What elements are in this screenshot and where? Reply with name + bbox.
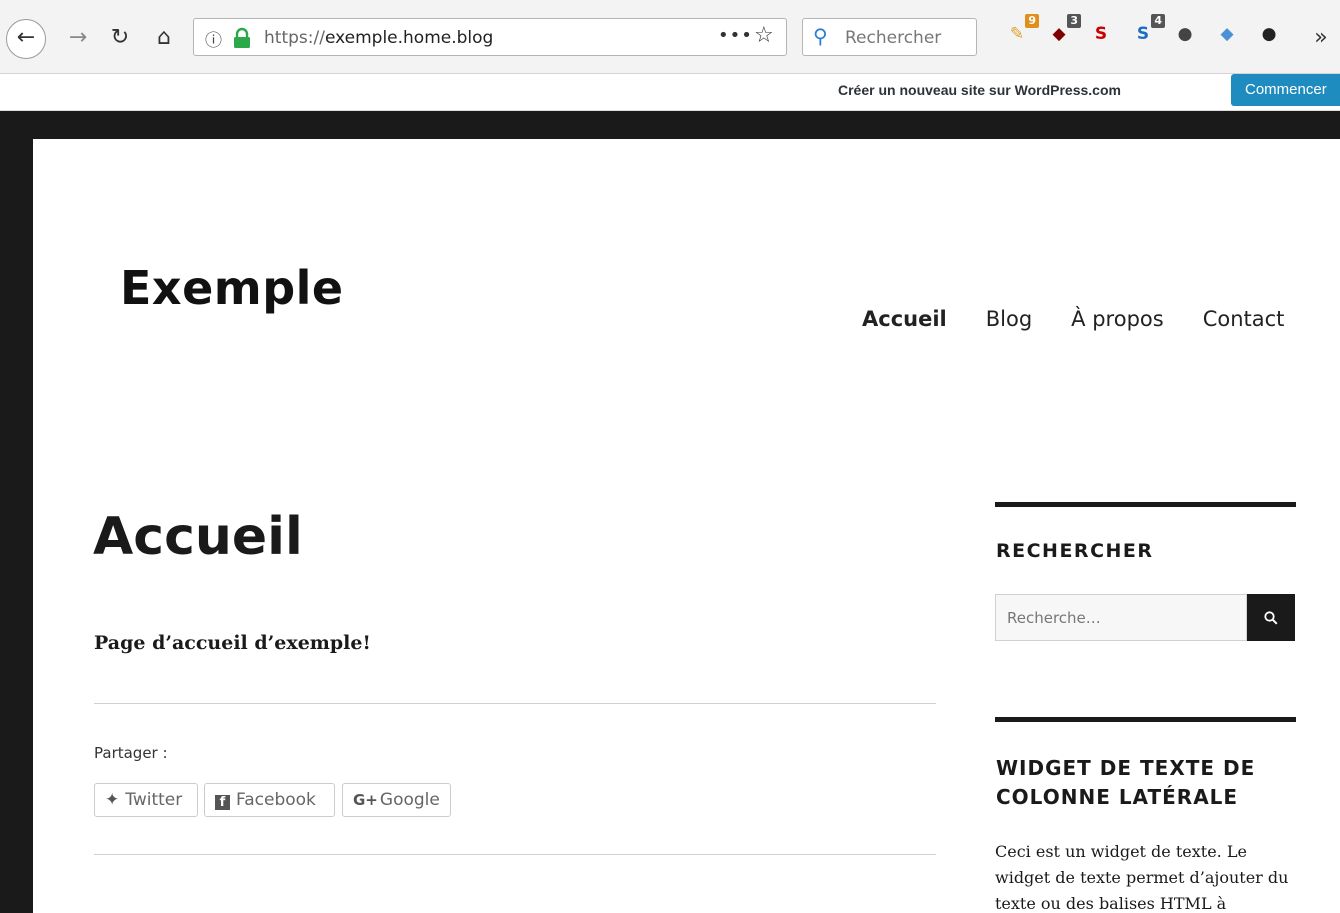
entry-title: Accueil xyxy=(93,507,303,567)
twitter-icon: ✦ xyxy=(105,790,120,810)
search-engine-icon[interactable]: ⚲ xyxy=(813,24,828,48)
search-submit-button[interactable] xyxy=(1247,594,1295,641)
page-content: Exemple Accueil Blog À propos Contact Accue… xyxy=(33,139,1340,913)
browser-toolbar: ← → ↻ ⌂ ⓘ https://exemple.home.blog ••• … xyxy=(0,0,1340,74)
start-button[interactable]: Commencer xyxy=(1231,74,1340,106)
create-site-link[interactable]: Créer un nouveau site sur WordPress.com xyxy=(838,82,1121,98)
search-input[interactable] xyxy=(995,594,1247,641)
share-google-button[interactable]: G+ Google xyxy=(342,783,451,817)
extension-badge: 4 xyxy=(1151,14,1165,28)
nav-item-a-propos[interactable]: À propos xyxy=(1071,307,1164,331)
extension-6-icon[interactable]: ◆ xyxy=(1215,22,1239,46)
extension-5-icon[interactable]: ● xyxy=(1173,22,1197,46)
main-nav: Accueil Blog À propos Contact xyxy=(862,307,1323,331)
s-blue-icon[interactable]: S4 xyxy=(1131,14,1165,46)
reload-button[interactable]: ↻ xyxy=(105,18,135,58)
share-google-label: Google xyxy=(379,790,440,810)
url-bar[interactable]: ⓘ https://exemple.home.blog ••• ☆ xyxy=(193,18,787,56)
facebook-icon: f xyxy=(215,795,230,810)
text-widget-title: WIDGET DE TEXTE DE COLONNE LATÉRALE xyxy=(996,756,1256,809)
extension-badge: 9 xyxy=(1025,14,1039,28)
search-widget-title: RECHERCHER xyxy=(996,540,1154,562)
extension-7-icon[interactable]: ● xyxy=(1257,22,1281,46)
entry-content: Page d’accueil d’exemple! xyxy=(94,632,371,654)
home-button[interactable]: ⌂ xyxy=(148,18,180,58)
wordpress-bar: Créer un nouveau site sur WordPress.com … xyxy=(0,74,1340,111)
extension-1-icon[interactable]: ✎ 9 xyxy=(1005,14,1039,46)
nav-item-blog[interactable]: Blog xyxy=(986,307,1032,331)
extension-badge: 3 xyxy=(1067,14,1081,28)
widget-divider xyxy=(995,502,1296,507)
divider xyxy=(94,703,936,704)
back-button[interactable]: ← xyxy=(6,19,46,59)
url-text[interactable]: https://exemple.home.blog xyxy=(264,28,493,48)
share-twitter-button[interactable]: ✦ Twitter xyxy=(94,783,198,817)
share-label: Partager : xyxy=(94,744,168,762)
forward-button[interactable]: → xyxy=(64,18,92,58)
url-host: exemple.home.blog xyxy=(324,28,494,48)
search-icon xyxy=(1264,611,1278,625)
divider xyxy=(94,854,936,855)
widget-divider xyxy=(995,717,1296,722)
text-widget-body: Ceci est un widget de texte. Le widget d… xyxy=(995,842,1289,913)
browser-search-box[interactable]: ⚲ Rechercher xyxy=(802,18,977,56)
ublock-icon[interactable]: ◆ 3 xyxy=(1047,14,1081,46)
bookmark-star-icon[interactable]: ☆ xyxy=(754,23,774,48)
site-title[interactable]: Exemple xyxy=(120,261,344,315)
info-icon[interactable]: ⓘ xyxy=(205,26,222,51)
nav-item-contact[interactable]: Contact xyxy=(1203,307,1285,331)
lock-icon xyxy=(234,27,250,48)
share-facebook-label: Facebook xyxy=(236,790,316,810)
url-protocol: https:// xyxy=(264,28,325,48)
browser-search-placeholder: Rechercher xyxy=(845,28,942,48)
google-plus-icon: G+ xyxy=(353,791,378,809)
overflow-menu-button[interactable]: » xyxy=(1306,18,1336,58)
share-twitter-label: Twitter xyxy=(125,790,183,810)
page-actions-icon[interactable]: ••• xyxy=(718,25,753,46)
share-facebook-button[interactable]: f Facebook xyxy=(204,783,335,817)
s-red-icon[interactable]: S xyxy=(1089,22,1113,46)
nav-item-accueil[interactable]: Accueil xyxy=(862,307,947,331)
